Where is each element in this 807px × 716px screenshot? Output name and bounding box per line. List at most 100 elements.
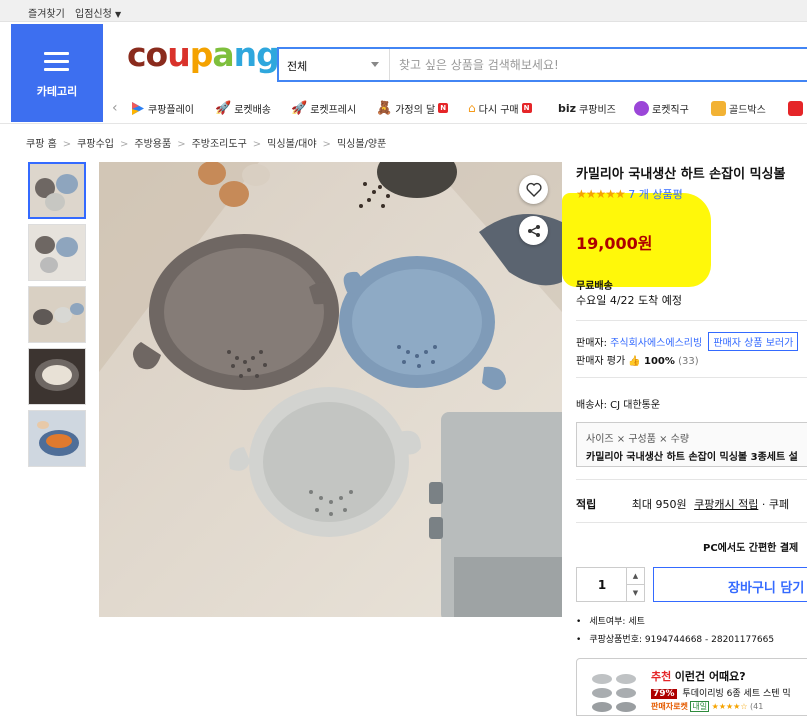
gift-icon bbox=[788, 100, 803, 116]
option-value: 카밀리아 국내생산 하트 손잡이 믹싱볼 3종세트 설 bbox=[586, 452, 798, 463]
thumbnail-list bbox=[28, 162, 87, 472]
seller-apply-label: 입점신청 bbox=[75, 9, 112, 20]
reco-heading: 추천 이런건 어때요? bbox=[651, 668, 746, 684]
breadcrumb-item[interactable]: 믹싱볼/양푼 bbox=[337, 139, 386, 150]
breadcrumb-item[interactable]: 쿠팡 홈 bbox=[26, 139, 57, 150]
seller-rating-value: 100% bbox=[644, 356, 675, 367]
points-cash-link[interactable]: 쿠팡캐시 적립 bbox=[694, 498, 758, 511]
new-badge: N bbox=[521, 103, 532, 113]
breadcrumb-item[interactable]: 주방용품 bbox=[134, 139, 171, 150]
product-attributes: 세트여부: 세트 쿠팡상품번호: 9194744668 - 2820117766… bbox=[576, 614, 774, 650]
carrier-name: CJ 대한통운 bbox=[610, 400, 661, 411]
thumbnail-3[interactable] bbox=[28, 286, 86, 343]
goldbox-icon bbox=[711, 100, 726, 116]
points-label: 적립 bbox=[576, 498, 597, 511]
product-thumbnail bbox=[592, 674, 636, 712]
top-utility-bar: 즐겨찾기 입점신청 ▼ bbox=[0, 0, 807, 22]
recommendation-box[interactable]: 추천 이런건 어때요? 79% 투데이리빙 6종 세트 스텐 믹 판매자로켓 내… bbox=[576, 658, 807, 716]
thumbnail-4[interactable] bbox=[28, 348, 86, 405]
caret-down-icon: ▼ bbox=[115, 10, 122, 19]
quicknav-coupang-play[interactable]: 쿠팡플레이 bbox=[130, 97, 194, 119]
search-scope-select[interactable]: 전체 bbox=[279, 49, 390, 80]
reco-item: 79% 투데이리빙 6종 세트 스텐 믹 bbox=[651, 686, 791, 699]
add-to-cart-button[interactable]: 장바구니 담기 bbox=[653, 567, 807, 602]
seller-rating-count: (33) bbox=[678, 356, 699, 367]
rating-row: ★★★★★ 7 개 상품평 bbox=[576, 186, 683, 202]
shipping-free: 무료배송 bbox=[576, 281, 613, 292]
seller-label: 판매자: bbox=[576, 338, 607, 349]
breadcrumb-item[interactable]: 믹싱볼/대야 bbox=[267, 139, 316, 150]
rocket-global-icon bbox=[634, 100, 649, 116]
bear-icon: 🧸 bbox=[376, 100, 393, 116]
review-count-link[interactable]: 7 개 상품평 bbox=[628, 188, 682, 201]
reco-prefix: 추천 bbox=[651, 670, 672, 683]
header-divider bbox=[0, 123, 807, 124]
share-button[interactable] bbox=[519, 216, 548, 245]
coupang-logo[interactable]: coupang bbox=[127, 38, 280, 71]
seller-apply-link[interactable]: 입점신청 ▼ bbox=[75, 5, 121, 20]
carrier-row: 배송사: CJ 대한통운 bbox=[576, 396, 660, 411]
rebuy-icon: ⌂ bbox=[468, 101, 476, 115]
seller-rating-row: 판매자 평가 👍 100% (33) bbox=[576, 352, 699, 367]
wishlist-heart-button[interactable] bbox=[519, 175, 548, 204]
divider bbox=[576, 320, 807, 321]
category-button[interactable]: 카테고리 bbox=[11, 24, 103, 122]
quicknav-rocket-global[interactable]: 로켓직구 bbox=[634, 97, 689, 119]
quicknav-more[interactable] bbox=[788, 97, 803, 119]
thumbs-up-icon: 👍 bbox=[628, 356, 641, 367]
quantity-increase-icon[interactable]: ▲ bbox=[626, 568, 644, 585]
coupang-play-icon bbox=[132, 101, 144, 115]
option-path: 사이즈 × 구성품 × 수량 bbox=[586, 434, 690, 445]
thumbnail-2[interactable] bbox=[28, 224, 86, 281]
favorites-link[interactable]: 즐겨찾기 bbox=[28, 5, 65, 20]
heart-icon bbox=[525, 182, 542, 197]
quicknav-rocket-delivery[interactable]: 🚀 로켓배송 bbox=[215, 97, 271, 119]
seller-rocket-badge: 판매자로켓 bbox=[651, 702, 688, 711]
main-product-image[interactable] bbox=[99, 162, 562, 617]
search-input[interactable] bbox=[399, 55, 799, 75]
option-selector[interactable]: 사이즈 × 구성품 × 수량 카밀리아 국내생산 하트 손잡이 믹싱볼 3종세트… bbox=[576, 422, 807, 467]
points-max: 최대 950원 bbox=[631, 498, 687, 511]
quantity-value[interactable]: 1 bbox=[577, 578, 627, 592]
seller-products-button[interactable]: 판매자 상품 보러가 bbox=[708, 332, 799, 351]
divider bbox=[576, 377, 807, 378]
attr-product-id: 쿠팡상품번호: 9194744668 - 28201177665 bbox=[576, 632, 774, 645]
quicknav-rebuy[interactable]: ⌂ 다시 구매 N bbox=[468, 97, 532, 119]
star-rating: ★★★★★ bbox=[576, 187, 626, 201]
reco-review-count: (41 bbox=[750, 702, 764, 711]
search-bar: 전체 bbox=[277, 47, 807, 82]
thumbnail-5[interactable] bbox=[28, 410, 86, 467]
points-more: · 쿠페 bbox=[761, 498, 790, 511]
seller-row: 판매자: 주식회사에스에스리빙 판매자 상품 보러가 bbox=[576, 332, 799, 351]
discount-badge: 79% bbox=[651, 689, 677, 699]
reco-product-name[interactable]: 투데이리빙 6종 세트 스텐 믹 bbox=[682, 689, 790, 699]
breadcrumb: 쿠팡 홈 > 쿠팡수입 > 주방용품 > 주방조리도구 > 믹싱볼/대야 > 믹싱볼/양푼 bbox=[26, 139, 387, 150]
points-row: 적립 최대 950원 쿠팡캐시 적립 · 쿠페 bbox=[576, 496, 789, 512]
rocket-icon: 🚀 bbox=[215, 100, 232, 116]
quicknav-coupang-biz[interactable]: biz 쿠팡비즈 bbox=[558, 97, 616, 119]
quicknav-goldbox[interactable]: 골드박스 bbox=[711, 97, 766, 119]
rocket-fresh-icon: 🚀 bbox=[291, 100, 308, 116]
share-icon bbox=[527, 224, 540, 237]
hamburger-icon bbox=[44, 52, 69, 76]
search-scope-value: 전체 bbox=[287, 60, 308, 73]
seller-rating-label: 판매자 평가 bbox=[576, 356, 626, 367]
category-label: 카테고리 bbox=[36, 85, 78, 98]
quick-nav: 쿠팡플레이 🚀 로켓배송 🚀 로켓프레시 🧸 가정의 달 N ⌂ 다시 구매 N… bbox=[108, 97, 807, 119]
chevron-down-icon bbox=[371, 62, 379, 67]
quicknav-family-month[interactable]: 🧸 가정의 달 N bbox=[376, 97, 449, 119]
divider bbox=[576, 479, 807, 480]
breadcrumb-item[interactable]: 주방조리도구 bbox=[192, 139, 247, 150]
quantity-decrease-icon[interactable]: ▼ bbox=[626, 585, 644, 602]
thumbnail-1[interactable] bbox=[28, 162, 86, 219]
quicknav-rocket-fresh[interactable]: 🚀 로켓프레시 bbox=[291, 97, 356, 119]
breadcrumb-item[interactable]: 쿠팡수입 bbox=[77, 139, 114, 150]
pc-payment-notice: PC에서도 간편한 결제 bbox=[703, 543, 799, 554]
delivery-date: 수요일 4/22 도착 예정 bbox=[576, 294, 683, 307]
seller-name-link[interactable]: 주식회사에스에스리빙 bbox=[610, 338, 702, 349]
product-title: 카밀리아 국내생산 하트 손잡이 믹싱볼 bbox=[576, 167, 786, 182]
reco-stars: ★★★★☆ bbox=[711, 702, 748, 711]
reco-title: 이런건 어때요? bbox=[674, 670, 746, 683]
carrier-label: 배송사: bbox=[576, 400, 607, 411]
divider bbox=[576, 522, 807, 523]
